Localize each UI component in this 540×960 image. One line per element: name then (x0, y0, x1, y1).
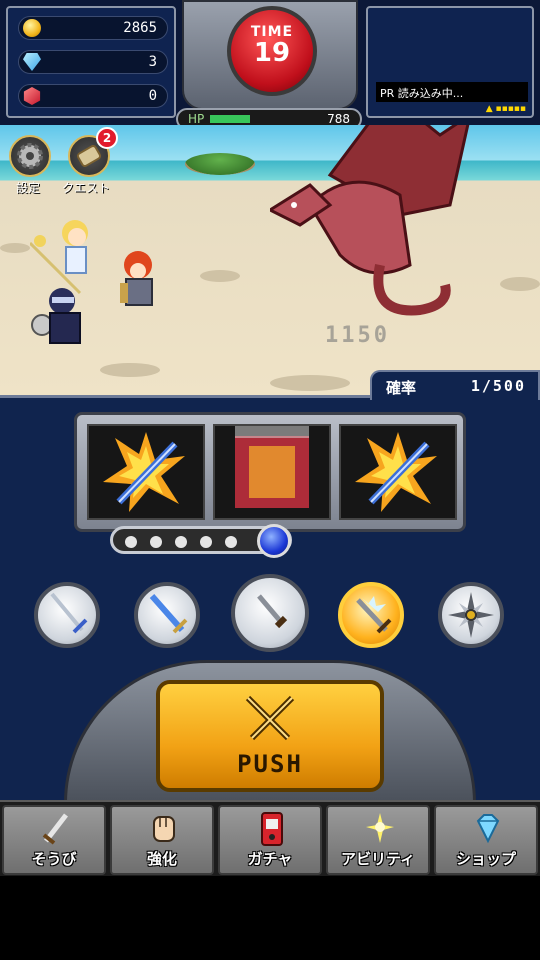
coin-counter: 2865 (18, 16, 168, 40)
resource-panel: 2865 3 0 (6, 6, 176, 118)
progress-dot (150, 536, 162, 548)
progress-dot (225, 536, 237, 548)
nav-label: 強化 (146, 850, 177, 868)
shuriken-icon (448, 592, 494, 638)
dragon-boss (270, 125, 470, 316)
gacha-icon (261, 812, 283, 846)
rock (270, 375, 350, 391)
weapon-slot-shuriken[interactable] (438, 582, 504, 648)
reel-right (339, 424, 457, 520)
hp-label: HP (188, 112, 205, 126)
rock (500, 277, 540, 291)
diamond-icon (476, 814, 500, 844)
nav-gacha[interactable]: ガチャ (218, 805, 322, 875)
quest-badge: 2 (96, 127, 118, 149)
ninja-hero (31, 288, 81, 344)
empty-area (0, 876, 540, 960)
weapon-slot-ice-sword[interactable] (338, 582, 404, 648)
hero-party (30, 220, 153, 344)
reel-center (213, 424, 331, 520)
battle-scene: 設定 2 クエスト 1150 (0, 125, 540, 395)
hp-fill (210, 115, 250, 123)
ruby-counter: 0 (18, 84, 168, 108)
timer-value: 19 (253, 38, 291, 68)
knight-hero (120, 251, 153, 306)
coin-icon (23, 19, 41, 37)
progress-dot (175, 536, 187, 548)
top-hud: 2865 3 0 TIME 19 PR 読み込み中... ▲ ▪▪▪▪▪ HP … (0, 0, 540, 130)
nav-label: ショップ (455, 850, 516, 868)
nav-shop[interactable]: ショップ (434, 805, 538, 875)
push-label: PUSH (237, 750, 303, 778)
crossed-swords-icon (245, 695, 295, 741)
nav-ability[interactable]: アビリティ (326, 805, 430, 875)
timer-display: TIME 19 (227, 6, 317, 96)
blue-sword-icon (149, 594, 188, 634)
gem-value: 3 (148, 54, 157, 70)
damage-number: 1150 (325, 323, 390, 348)
spinning-reel-icon (235, 426, 309, 508)
weapon-slot-sword[interactable] (34, 582, 100, 648)
ad-banner[interactable]: PR 読み込み中... (376, 82, 528, 102)
weapon-slot-blue-sword[interactable] (134, 582, 200, 648)
ice-sword-icon (356, 596, 392, 634)
probability-value: 1/500 (470, 377, 526, 395)
dagger-icon (257, 594, 288, 629)
gem-counter: 3 (18, 50, 168, 74)
progress-dot (200, 536, 212, 548)
hp-value: 788 (327, 112, 350, 126)
reel-left (87, 424, 205, 520)
probability-tab: 確率 1/500 (370, 370, 540, 400)
rock (200, 270, 240, 282)
ad-panel: PR 読み込み中... ▲ ▪▪▪▪▪ (366, 6, 534, 118)
nav-label: ガチャ (247, 850, 293, 868)
timer-frame: TIME 19 (182, 0, 358, 110)
settings-label: 設定 (16, 181, 41, 195)
fist-icon (153, 816, 175, 842)
sword-icon (42, 813, 68, 845)
star-icon (366, 813, 394, 843)
bottom-nav: そうび 強化 ガチャ アビリティ ショップ (0, 800, 540, 876)
sword-icon (50, 592, 88, 634)
nav-enhance[interactable]: 強化 (110, 805, 214, 875)
flaming-sword-icon (103, 432, 185, 512)
flaming-sword-icon (355, 432, 437, 512)
ad-logo-icon: ▲ ▪▪▪▪▪ (485, 104, 526, 114)
progress-dot (125, 536, 137, 548)
quest-label: クエスト (62, 181, 111, 195)
gear-icon (17, 143, 43, 169)
nav-label: そうび (31, 850, 77, 868)
princess-hero (30, 220, 88, 295)
nav-label: アビリティ (340, 850, 416, 868)
gem-icon (23, 53, 41, 71)
ruby-icon (23, 87, 41, 105)
nav-equip[interactable]: そうび (2, 805, 106, 875)
push-button[interactable]: PUSH (156, 680, 384, 792)
rock (100, 363, 160, 377)
settings-button[interactable] (9, 135, 51, 177)
slot-reels (74, 412, 466, 532)
ruby-value: 0 (148, 88, 157, 104)
island (185, 153, 255, 175)
progress-knob (257, 524, 291, 558)
coin-value: 2865 (123, 20, 157, 36)
spin-progress (110, 524, 292, 558)
slot-panel: 確率 1/500 PUSH (0, 370, 540, 803)
rock (0, 243, 30, 253)
probability-label: 確率 (386, 379, 417, 397)
weapon-slot-dagger[interactable] (231, 574, 309, 652)
